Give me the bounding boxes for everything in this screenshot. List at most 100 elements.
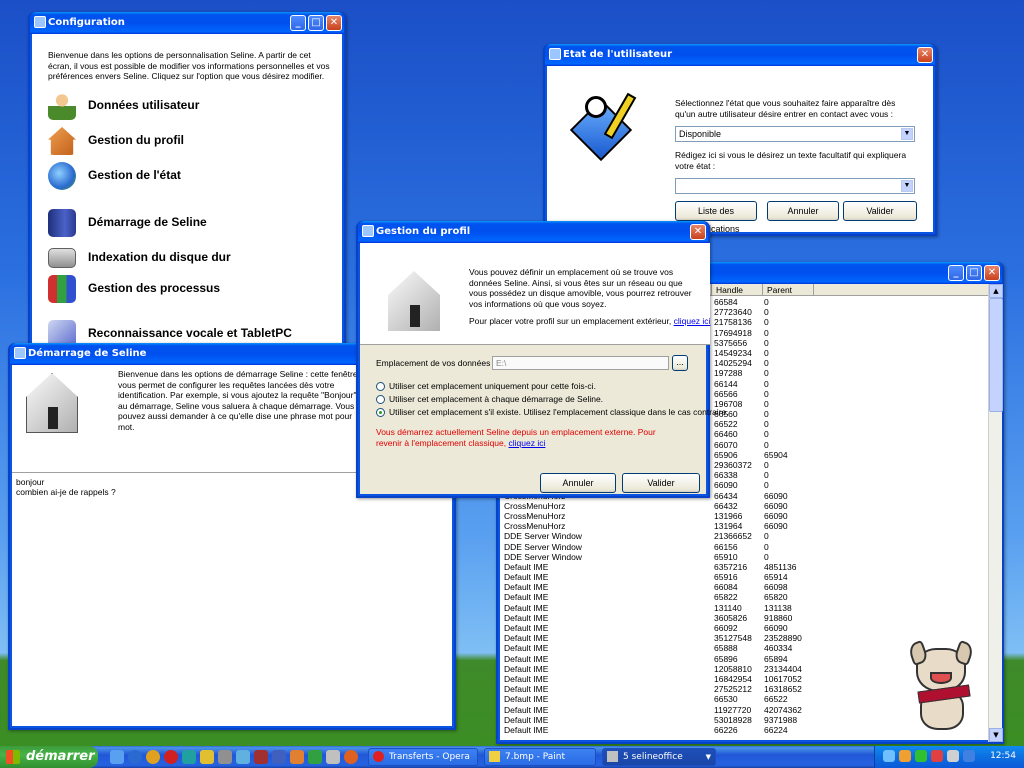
table-row[interactable]: Default IME 65888 460334 (500, 643, 811, 653)
table-row[interactable]: Default IME 66226 66224 (500, 725, 811, 735)
table-row[interactable]: DDE Server Window 65910 0 (500, 552, 811, 562)
scroll-down-icon[interactable]: ▼ (989, 728, 1003, 742)
location-input[interactable]: E:\ (492, 356, 669, 370)
quicklaunch-app-icon[interactable] (218, 750, 232, 764)
quicklaunch-app-icon[interactable] (182, 750, 196, 764)
radio-every-start[interactable] (376, 395, 385, 404)
minimize-icon[interactable]: _ (290, 15, 306, 31)
table-row[interactable]: Default IME 66084 66098 (500, 582, 811, 592)
table-row[interactable]: Default IME 12058810 23134404 (500, 664, 811, 674)
start-button[interactable]: démarrer (0, 746, 98, 768)
configuration-window: Configuration _ □ ✕ Bienvenue dans les o… (28, 12, 346, 352)
handle-cell: 6357216 (714, 561, 748, 572)
parent-cell: 0 (764, 429, 769, 440)
startup-request-1[interactable]: bonjour (16, 477, 44, 488)
table-row[interactable]: Default IME 3605826 918860 (500, 613, 811, 623)
header-handle[interactable]: Handle (716, 285, 743, 295)
validate-button[interactable]: Valider (843, 201, 917, 221)
tray-app-icon[interactable] (931, 750, 943, 762)
handle-cell: 65888 (714, 643, 738, 654)
quicklaunch-app-icon[interactable] (290, 750, 304, 764)
tray-app-icon[interactable] (899, 750, 911, 762)
table-row[interactable]: DDE Server Window 21366652 0 (500, 531, 811, 541)
radio-every-start-label[interactable]: Utiliser cet emplacement à chaque démarr… (389, 394, 603, 405)
cancel-button[interactable]: Annuler (540, 473, 616, 493)
parent-cell: 66090 (764, 521, 788, 532)
table-row[interactable]: Default IME 66092 66090 (500, 623, 811, 633)
parent-cell: 460334 (764, 643, 793, 654)
table-row[interactable]: Default IME 6357216 4851136 (500, 562, 811, 572)
table-row[interactable]: Default IME 65916 65914 (500, 572, 811, 582)
quicklaunch-firefox-icon[interactable] (344, 750, 358, 764)
header-parent[interactable]: Parent (767, 285, 792, 295)
table-row[interactable]: CrossMenuHorz 131966 66090 (500, 511, 811, 521)
tray-app-icon[interactable] (963, 750, 975, 762)
tray-volume-icon[interactable] (947, 750, 959, 762)
table-row[interactable]: Default IME 65822 65820 (500, 592, 811, 602)
validate-button[interactable]: Valider (622, 473, 700, 493)
place-profile-text: Pour placer votre profil sur un emplacem… (469, 316, 711, 326)
tray-network-icon[interactable] (883, 750, 895, 762)
task-paint[interactable]: 7.bmp - Paint (484, 748, 596, 766)
chevron-down-icon[interactable]: ▼ (901, 128, 913, 140)
parent-cell: 9371988 (764, 714, 798, 725)
chevron-down-icon[interactable]: ▼ (901, 180, 913, 192)
close-icon[interactable]: ✕ (984, 265, 1000, 281)
table-row[interactable]: Default IME 66530 66522 (500, 694, 811, 704)
radio-once-label[interactable]: Utiliser cet emplacement uniquement pour… (389, 381, 596, 392)
table-row[interactable]: Default IME 27525212 16318652 (500, 684, 811, 694)
status-select[interactable]: Disponible ▼ (675, 126, 915, 142)
window-class-cell: CrossMenuHorz (504, 521, 566, 532)
quicklaunch-desktop-icon[interactable] (110, 750, 124, 764)
quicklaunch-opera-icon[interactable] (164, 750, 178, 764)
parent-cell: 0 (764, 317, 769, 328)
etat-body: Sélectionnez l'état que vous souhaitez f… (547, 66, 933, 234)
parent-cell: 0 (764, 368, 769, 379)
table-row[interactable]: Default IME 65896 65894 (500, 654, 811, 664)
window-title: Configuration (48, 17, 125, 28)
title-bar[interactable]: Etat de l'utilisateur ✕ (545, 44, 935, 66)
radio-if-exists-label[interactable]: Utiliser cet emplacement s'il existe. Ut… (389, 407, 729, 418)
maximize-icon[interactable]: □ (966, 265, 982, 281)
close-icon[interactable]: ✕ (326, 15, 342, 31)
close-icon[interactable]: ✕ (690, 224, 706, 240)
quicklaunch-app-icon[interactable] (326, 750, 340, 764)
task-selineoffice[interactable]: 5 selineoffice ▼ (602, 748, 716, 766)
radio-if-exists[interactable] (376, 408, 385, 417)
quicklaunch-app-icon[interactable] (272, 750, 286, 764)
scroll-thumb[interactable] (989, 298, 1003, 412)
browse-button[interactable]: ... (672, 355, 688, 371)
clock[interactable]: 12:54 (990, 751, 1016, 761)
close-icon[interactable]: ✕ (917, 47, 933, 63)
startup-request-2[interactable]: combien ai-je de rappels ? (16, 487, 116, 498)
quicklaunch-ie-icon[interactable] (128, 750, 142, 764)
table-row[interactable]: Default IME 16842954 10617052 (500, 674, 811, 684)
classic-location-link[interactable]: cliquez ici (509, 438, 546, 448)
quicklaunch-app-icon[interactable] (254, 750, 268, 764)
title-bar[interactable]: Gestion du profil ✕ (358, 221, 708, 243)
radio-once[interactable] (376, 382, 385, 391)
place-profile-link[interactable]: cliquez ici (674, 316, 711, 326)
quicklaunch-app-icon[interactable] (200, 750, 214, 764)
cancel-button[interactable]: Annuler (767, 201, 839, 221)
quicklaunch-media-icon[interactable] (146, 750, 160, 764)
maximize-icon[interactable]: □ (308, 15, 324, 31)
table-row[interactable]: DDE Server Window 66156 0 (500, 542, 811, 552)
table-row[interactable]: Default IME 53018928 9371988 (500, 715, 811, 725)
table-row[interactable]: Default IME 11927720 42074362 (500, 705, 811, 715)
table-row[interactable]: Default IME 131140 131138 (500, 603, 811, 613)
vertical-scrollbar[interactable]: ▲ ▼ (988, 284, 1003, 742)
table-row[interactable]: CrossMenuHorz 131964 66090 (500, 521, 811, 531)
tray-app-icon[interactable] (915, 750, 927, 762)
table-row[interactable]: Default IME 35127548 23528890 (500, 633, 811, 643)
dog-mascot-icon[interactable] (902, 639, 988, 736)
scroll-up-icon[interactable]: ▲ (989, 284, 1003, 298)
task-opera[interactable]: Transferts - Opera (368, 748, 478, 766)
table-row[interactable]: CrossMenuHorz 66432 66090 (500, 501, 811, 511)
explanation-select[interactable]: ▼ (675, 178, 915, 194)
quicklaunch-app-icon[interactable] (308, 750, 322, 764)
minimize-icon[interactable]: _ (948, 265, 964, 281)
title-bar[interactable]: Configuration _ □ ✕ (30, 12, 344, 34)
quicklaunch-app-icon[interactable] (236, 750, 250, 764)
list-explanations-button[interactable]: Liste des explications (675, 201, 757, 234)
